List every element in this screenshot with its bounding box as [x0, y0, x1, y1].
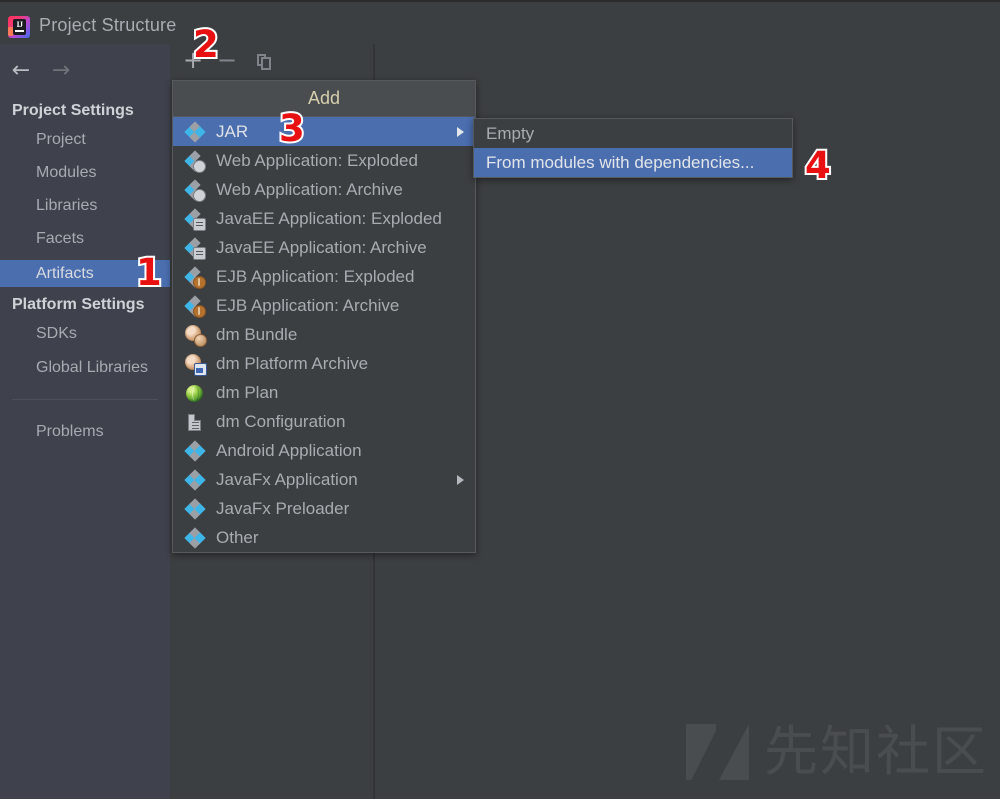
- annotation-4: 4: [805, 147, 831, 184]
- project-structure-window: IJ Project Structure ← → Project Setting…: [0, 0, 1000, 799]
- menu-item-label: JavaFx Application: [216, 470, 358, 489]
- menu-item-ejb-application-archive[interactable]: EJB Application: Archive: [173, 291, 475, 320]
- watermark: 先知社区: [686, 721, 996, 783]
- menu-item-dm-plan[interactable]: dm Plan: [173, 378, 475, 407]
- artifact-diamond-icon: [186, 123, 204, 141]
- dm-plan-globe-icon: [185, 383, 205, 403]
- annotation-2: 2: [193, 26, 219, 63]
- title-bar: IJ Project Structure: [0, 0, 1000, 46]
- arrow-right-icon[interactable]: →: [44, 56, 78, 86]
- menu-item-label: Web Application: Archive: [216, 180, 403, 199]
- project-settings-header: Project Settings: [12, 98, 170, 124]
- artifact-diamond-icon: [186, 529, 204, 547]
- dm-platform-archive-icon: [185, 354, 205, 374]
- dm-configuration-document-icon: [185, 412, 205, 432]
- sidebar-divider: [12, 399, 158, 400]
- sidebar-item-modules[interactable]: Modules: [0, 159, 170, 186]
- intellij-idea-logo: IJ: [8, 16, 30, 38]
- sidebar-item-libraries[interactable]: Libraries: [0, 192, 170, 219]
- menu-item-android-application[interactable]: Android Application: [173, 436, 475, 465]
- menu-item-label: Other: [216, 528, 259, 547]
- menu-item-javafx-application[interactable]: JavaFx Application: [173, 465, 475, 494]
- watermark-text: 先知社区: [764, 721, 988, 783]
- menu-item-javafx-preloader[interactable]: JavaFx Preloader: [173, 494, 475, 523]
- menu-item-label: JavaFx Preloader: [216, 499, 349, 518]
- add-menu-title: Add: [173, 81, 475, 117]
- arrow-left-icon[interactable]: ←: [4, 56, 38, 86]
- menu-item-dm-bundle[interactable]: dm Bundle: [173, 320, 475, 349]
- artifact-diamond-icon: [186, 442, 204, 460]
- menu-item-label: dm Platform Archive: [216, 354, 368, 373]
- artifact-diamond-icon: [186, 500, 204, 518]
- menu-item-label: JavaEE Application: Archive: [216, 238, 427, 257]
- web-artifact-icon: [186, 152, 204, 170]
- menu-item-label: dm Configuration: [216, 412, 345, 431]
- artifact-diamond-icon: [186, 471, 204, 489]
- menu-item-label: dm Bundle: [216, 325, 297, 344]
- sidebar-item-sdks[interactable]: SDKs: [0, 320, 170, 347]
- copy-icon[interactable]: [250, 44, 280, 76]
- menu-item-dm-platform-archive[interactable]: dm Platform Archive: [173, 349, 475, 378]
- settings-sidebar: ← → Project Settings Project Modules Lib…: [0, 44, 170, 799]
- menu-item-label: Web Application: Exploded: [216, 151, 418, 170]
- menu-item-label: dm Plan: [216, 383, 278, 402]
- menu-item-javaee-application-archive[interactable]: JavaEE Application: Archive: [173, 233, 475, 262]
- ejb-artifact-icon: [186, 297, 204, 315]
- web-artifact-icon: [186, 181, 204, 199]
- annotation-3: 3: [279, 110, 305, 147]
- menu-item-label: EJB Application: Exploded: [216, 267, 414, 286]
- menu-item-web-application-exploded[interactable]: Web Application: Exploded: [173, 146, 475, 175]
- menu-item-label: Android Application: [216, 441, 362, 460]
- add-artifact-menu: Add JAR Web Application: Exploded Web Ap…: [172, 80, 476, 553]
- navigation-buttons: ← →: [0, 56, 170, 90]
- annotation-1: 1: [136, 254, 162, 291]
- submenu-item-empty[interactable]: Empty: [474, 119, 792, 148]
- sidebar-item-global-libraries[interactable]: Global Libraries: [0, 354, 170, 381]
- menu-item-other[interactable]: Other: [173, 523, 475, 552]
- xianzhi-logo-mark-icon: [686, 724, 750, 780]
- sidebar-item-facets[interactable]: Facets: [0, 225, 170, 252]
- javaee-artifact-icon: [186, 239, 204, 257]
- platform-settings-header: Platform Settings: [12, 292, 170, 318]
- dm-bundle-icon: [185, 325, 205, 345]
- menu-item-label: EJB Application: Archive: [216, 296, 399, 315]
- menu-item-ejb-application-exploded[interactable]: EJB Application: Exploded: [173, 262, 475, 291]
- menu-item-label: JAR: [216, 122, 248, 141]
- sidebar-item-project[interactable]: Project: [0, 126, 170, 153]
- sidebar-item-problems[interactable]: Problems: [0, 418, 170, 445]
- ejb-artifact-icon: [186, 268, 204, 286]
- jar-submenu: Empty From modules with dependencies...: [473, 118, 793, 178]
- menu-item-dm-configuration[interactable]: dm Configuration: [173, 407, 475, 436]
- chevron-right-icon: [457, 475, 464, 485]
- chevron-right-icon: [457, 127, 464, 137]
- javaee-artifact-icon: [186, 210, 204, 228]
- submenu-item-from-modules[interactable]: From modules with dependencies...: [474, 148, 792, 177]
- menu-item-jar[interactable]: JAR: [173, 117, 475, 146]
- menu-item-web-application-archive[interactable]: Web Application: Archive: [173, 175, 475, 204]
- menu-item-javaee-application-exploded[interactable]: JavaEE Application: Exploded: [173, 204, 475, 233]
- menu-item-label: JavaEE Application: Exploded: [216, 209, 442, 228]
- window-title: Project Structure: [39, 15, 176, 36]
